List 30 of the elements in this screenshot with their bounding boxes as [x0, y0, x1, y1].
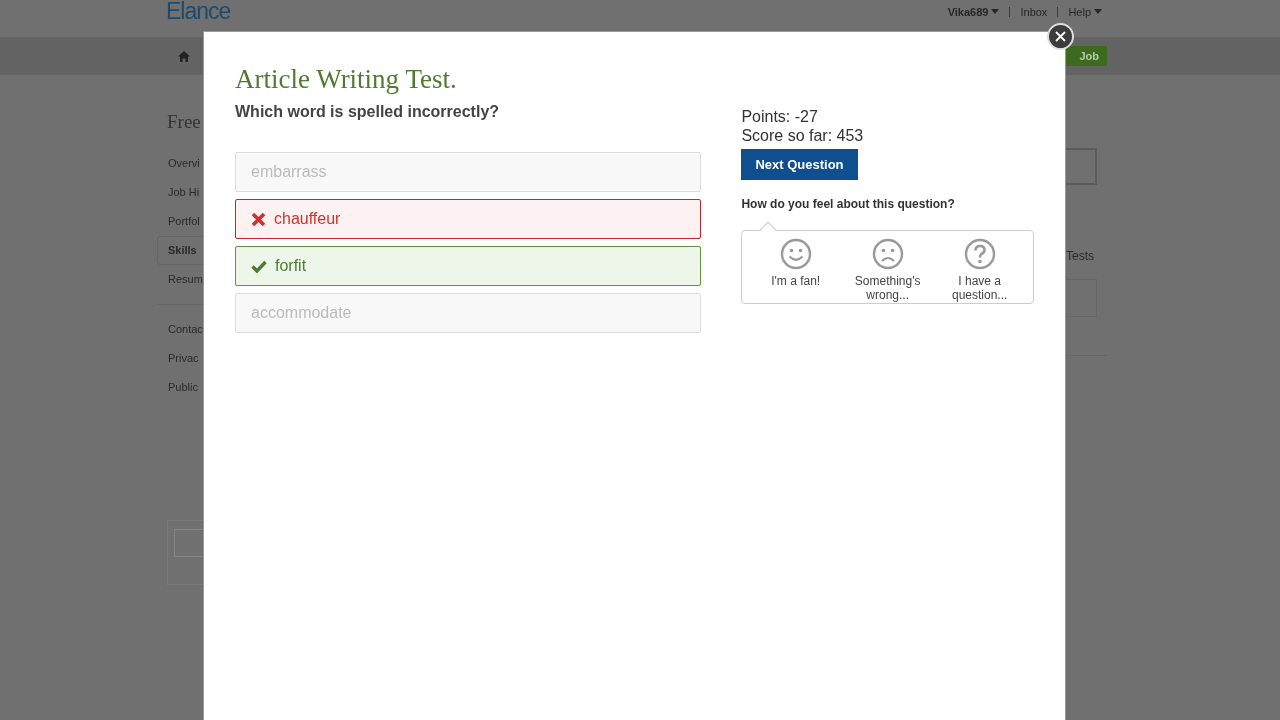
caret-icon	[1094, 9, 1102, 14]
menu-link[interactable]: Help	[1068, 5, 1102, 18]
score-text: Score so far: 453	[741, 126, 865, 145]
close-button[interactable]	[1047, 23, 1074, 50]
frown-icon	[871, 238, 904, 270]
header-link[interactable]: Inbox	[1020, 5, 1048, 18]
job-button[interactable]: Job	[1065, 46, 1107, 66]
test-title: Article Writing Test.	[235, 64, 458, 95]
caret-icon	[991, 9, 1000, 14]
user-menu[interactable]: Vika689	[947, 5, 1000, 18]
smiley-icon	[779, 238, 812, 270]
cross-icon	[251, 211, 266, 227]
answer-option[interactable]: chauffeur	[235, 199, 702, 239]
question-text: Which word is spelled incorrectly?	[235, 103, 501, 121]
feedback-option[interactable]: Something's wrong...	[851, 238, 924, 303]
feedback-option[interactable]: I'm a fan!	[759, 238, 832, 303]
check-icon	[251, 259, 267, 273]
feedback-option[interactable]: I have a question...	[943, 238, 1016, 303]
sidebar-title: Free	[166, 111, 202, 133]
answer-option[interactable]: embarrass	[235, 152, 702, 192]
feedback-prompt: How do you feel about this question?	[741, 197, 956, 211]
tab[interactable]: Tests	[1066, 249, 1107, 263]
question-mark-icon	[963, 238, 996, 270]
home-icon[interactable]	[178, 50, 190, 62]
next-question-button[interactable]: Next Question	[741, 149, 858, 180]
answer-option[interactable]: accommodate	[235, 293, 702, 333]
close-icon	[1055, 31, 1066, 42]
answer-option[interactable]: forfit	[235, 246, 702, 286]
points-text: Points: -27	[741, 107, 819, 126]
logo[interactable]: Elance	[166, 0, 231, 25]
